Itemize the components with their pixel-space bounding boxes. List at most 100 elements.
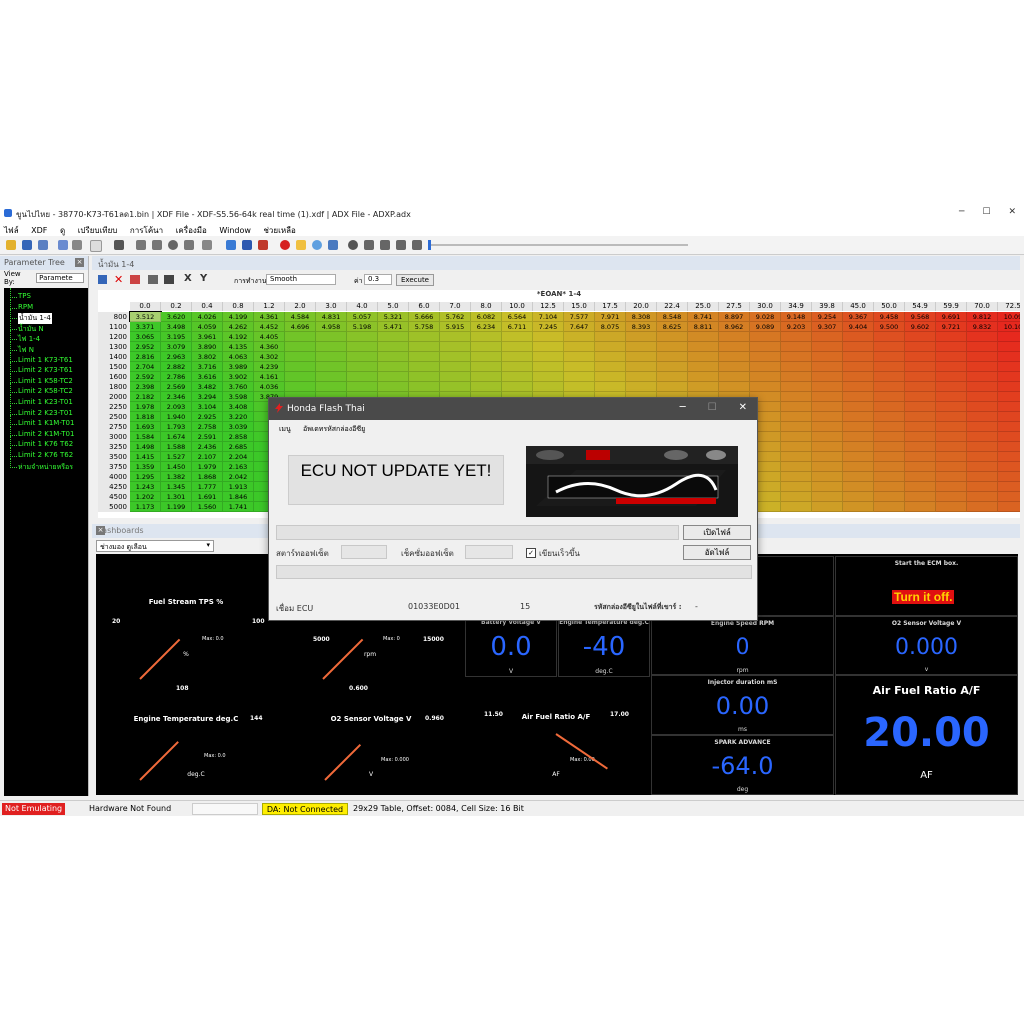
table-cell[interactable]: 2.436 — [192, 442, 223, 452]
table-cell[interactable]: 4.360 — [254, 342, 285, 352]
math-icon[interactable] — [164, 275, 174, 284]
table-cell[interactable]: 5.758 — [409, 322, 440, 332]
table-cell[interactable] — [471, 362, 502, 372]
table-cell[interactable]: 3.616 — [192, 372, 223, 382]
table-cell[interactable]: 3.598 — [223, 392, 254, 402]
dialog-menu-main[interactable]: เมนู — [279, 424, 291, 435]
open-file-button[interactable]: เปิดไฟล์ — [683, 525, 751, 540]
table-cell[interactable]: 1.940 — [161, 412, 192, 422]
fast-write-checkbox[interactable]: ✓ — [526, 548, 536, 558]
table-cell[interactable]: 4.063 — [223, 352, 254, 362]
table-cell[interactable] — [812, 362, 843, 372]
table-cell[interactable]: 1.243 — [130, 482, 161, 492]
table-cell[interactable] — [471, 382, 502, 392]
table-cell[interactable] — [998, 362, 1020, 372]
table-cell[interactable] — [347, 362, 378, 372]
table-cell[interactable] — [750, 352, 781, 362]
table-cell[interactable]: 6.234 — [471, 322, 502, 332]
table-cell[interactable] — [812, 422, 843, 432]
close-icon[interactable]: × — [96, 526, 105, 535]
table-cell[interactable]: 4.361 — [254, 312, 285, 322]
table-cell[interactable] — [781, 492, 812, 502]
table-cell[interactable] — [936, 362, 967, 372]
table-cell[interactable]: 3.989 — [223, 362, 254, 372]
table-cell[interactable] — [719, 332, 750, 342]
menu-window[interactable]: Window — [215, 224, 257, 235]
table-cell[interactable] — [719, 342, 750, 352]
table-cell[interactable] — [936, 412, 967, 422]
table-cell[interactable]: 9.602 — [905, 322, 936, 332]
tree-item[interactable]: Limit 1 K23-T01 — [18, 398, 73, 406]
open-icon[interactable] — [6, 240, 16, 250]
table-cell[interactable] — [936, 482, 967, 492]
table-cell[interactable] — [626, 352, 657, 362]
table-cell[interactable] — [967, 482, 998, 492]
folder-icon[interactable] — [296, 240, 306, 250]
table-cell[interactable] — [378, 342, 409, 352]
table-cell[interactable] — [874, 392, 905, 402]
table-cell[interactable] — [688, 382, 719, 392]
wand-icon[interactable] — [114, 240, 124, 250]
table-cell[interactable]: 4.036 — [254, 382, 285, 392]
table-cell[interactable] — [905, 352, 936, 362]
table-cell[interactable] — [657, 372, 688, 382]
close-button[interactable]: ✕ — [739, 402, 747, 413]
table-cell[interactable] — [750, 332, 781, 342]
table-cell[interactable]: 10.10 — [998, 322, 1020, 332]
table-cell[interactable] — [812, 332, 843, 342]
table-cell[interactable] — [409, 372, 440, 382]
swap-icon[interactable] — [242, 240, 252, 250]
tree-item[interactable]: น้ำมัน 1-4 — [18, 313, 52, 325]
table-cell[interactable] — [688, 342, 719, 352]
table-cell[interactable] — [781, 462, 812, 472]
table-cell[interactable] — [564, 352, 595, 362]
table-cell[interactable] — [998, 382, 1020, 392]
table-cell[interactable]: 9.254 — [812, 312, 843, 322]
table-cell[interactable] — [595, 372, 626, 382]
table-cell[interactable]: 9.458 — [874, 312, 905, 322]
table-cell[interactable]: 9.812 — [967, 312, 998, 322]
table-cell[interactable] — [998, 392, 1020, 402]
table-cell[interactable]: 4.405 — [254, 332, 285, 342]
table-cell[interactable] — [533, 332, 564, 342]
table-cell[interactable] — [316, 352, 347, 362]
tree-item[interactable]: Limit 1 K1M-T01 — [18, 419, 74, 427]
table-cell[interactable] — [967, 352, 998, 362]
table-cell[interactable] — [657, 342, 688, 352]
table-cell[interactable]: 8.625 — [657, 322, 688, 332]
table-cell[interactable]: 2.591 — [192, 432, 223, 442]
table-cell[interactable]: 8.741 — [688, 312, 719, 322]
table-cell[interactable] — [905, 492, 936, 502]
table-cell[interactable]: 3.716 — [192, 362, 223, 372]
table-cell[interactable] — [843, 432, 874, 442]
table-cell[interactable] — [347, 352, 378, 362]
checksum-offset-input[interactable] — [465, 545, 513, 559]
up-icon[interactable] — [136, 240, 146, 250]
table-cell[interactable] — [905, 432, 936, 442]
table-cell[interactable] — [564, 362, 595, 372]
table-cell[interactable] — [812, 482, 843, 492]
table-cell[interactable] — [285, 332, 316, 342]
table-cell[interactable] — [595, 382, 626, 392]
table-cell[interactable]: 4.161 — [254, 372, 285, 382]
table-cell[interactable] — [967, 412, 998, 422]
table-cell[interactable] — [936, 342, 967, 352]
table-cell[interactable] — [998, 332, 1020, 342]
table-cell[interactable] — [595, 362, 626, 372]
table-cell[interactable] — [905, 412, 936, 422]
table-cell[interactable] — [378, 332, 409, 342]
table-cell[interactable]: 1.818 — [130, 412, 161, 422]
table-cell[interactable]: 7.577 — [564, 312, 595, 322]
close-icon[interactable]: ✕ — [114, 273, 123, 286]
table-cell[interactable] — [998, 502, 1020, 512]
table-cell[interactable] — [905, 482, 936, 492]
table-cell[interactable] — [812, 392, 843, 402]
table-cell[interactable]: 3.802 — [192, 352, 223, 362]
table-cell[interactable] — [936, 382, 967, 392]
table-cell[interactable] — [750, 342, 781, 352]
table-cell[interactable] — [812, 342, 843, 352]
table-cell[interactable] — [998, 372, 1020, 382]
table-cell[interactable] — [936, 432, 967, 442]
table-cell[interactable] — [378, 352, 409, 362]
table-cell[interactable] — [936, 402, 967, 412]
